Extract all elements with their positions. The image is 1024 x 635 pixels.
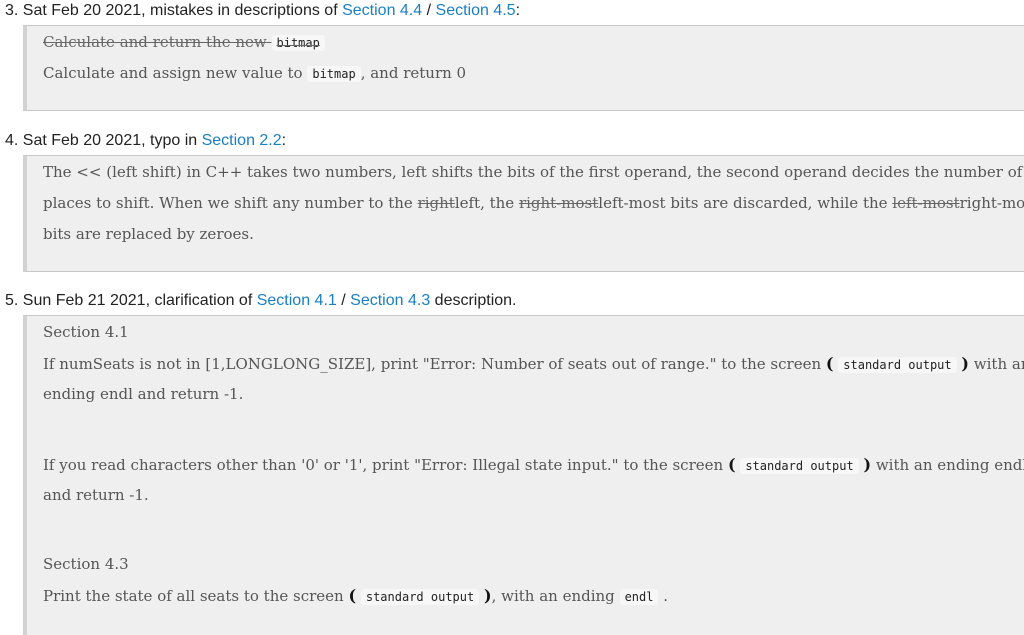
suffix: : (515, 2, 521, 19)
separator: / (341, 292, 346, 309)
text: If numSeats is not in [1,LONGLONG_SIZE],… (43, 355, 822, 373)
entry-number: 5. (5, 292, 19, 309)
text-line: The << (left shift) in C++ takes two num… (43, 163, 1023, 181)
code-endl: endl (619, 589, 659, 605)
suffix: : (281, 132, 287, 149)
entry-5-box: Section 4.1 If numSeats is not in [1,LON… (23, 315, 1024, 635)
entry-description: Sat Feb 20 2021, typo in (22, 132, 198, 149)
code-bitmap: bitmap (307, 66, 361, 82)
paren: ( (348, 586, 357, 605)
text: places to shift. When we shift any numbe… (43, 194, 413, 212)
struck-line: Calculate and return the new bitmap (43, 33, 325, 51)
link-section-4-4[interactable]: Section 4.4 (342, 2, 422, 19)
code-standard-output: standard output (838, 357, 957, 373)
paren: ( (825, 354, 834, 373)
code-standard-output: standard output (360, 589, 480, 605)
paren: ) (863, 455, 872, 474)
paren: ) (961, 354, 969, 373)
corrected-text: Calculate and assign new value to (43, 64, 303, 82)
text-line: Print the state of all seats to the scre… (43, 586, 668, 605)
link-section-4-1[interactable]: Section 4.1 (257, 292, 337, 309)
section-title: Section 4.1 (43, 323, 129, 341)
text-line: bits are replaced by zeroes. (43, 225, 254, 243)
entry-number: 3. (5, 2, 19, 19)
link-section-4-3[interactable]: Section 4.3 (350, 292, 430, 309)
text-line: ending endl and return -1. (43, 385, 244, 403)
text: with an (973, 355, 1024, 373)
text: right-most (959, 194, 1024, 212)
text: with an ending endl (875, 456, 1024, 474)
text: , with an ending (491, 587, 615, 605)
paren: ) (484, 586, 492, 605)
text: If you read characters other than '0' or… (43, 456, 724, 474)
entry-4-heading: 4. Sat Feb 20 2021, typo in Section 2.2: (5, 132, 286, 150)
paren: ( (727, 455, 736, 474)
struck-text: Calculate and return the new (43, 33, 267, 51)
entry-5-heading: 5. Sun Feb 21 2021, clarification of Sec… (5, 292, 517, 310)
entry-3-heading: 3. Sat Feb 20 2021, mistakes in descript… (5, 2, 520, 20)
entry-description: Sun Feb 21 2021, clarification of (22, 292, 253, 309)
entry-number: 4. (5, 132, 19, 149)
corrected-text-end: , and return 0 (360, 64, 467, 82)
text: left-most bits are discarded, while the (598, 194, 888, 212)
text-line: If you read characters other than '0' or… (43, 455, 1024, 474)
text-line: places to shift. When we shift any numbe… (43, 194, 1024, 212)
text-line: and return -1. (43, 486, 149, 504)
entry-3-box: Calculate and return the new bitmap Calc… (23, 25, 1024, 111)
struck-code: bitmap (271, 35, 325, 51)
link-section-2-2[interactable]: Section 2.2 (202, 132, 282, 149)
corrected-line: Calculate and assign new value to bitmap… (43, 64, 466, 82)
struck-text: left-most (892, 194, 960, 212)
struck-text: right (417, 194, 455, 212)
section-title: Section 4.3 (43, 555, 129, 573)
suffix: description. (434, 292, 517, 309)
entry-4-box: The << (left shift) in C++ takes two num… (23, 155, 1024, 272)
text: . (663, 587, 669, 605)
text: left, the (454, 194, 515, 212)
link-section-4-5[interactable]: Section 4.5 (436, 2, 516, 19)
entry-description: Sat Feb 20 2021, mistakes in description… (22, 2, 338, 19)
code-standard-output: standard output (740, 458, 859, 474)
separator: / (426, 2, 432, 19)
text: Print the state of all seats to the scre… (43, 587, 344, 605)
text-line: If numSeats is not in [1,LONGLONG_SIZE],… (43, 354, 1024, 373)
struck-text: right-most (518, 194, 599, 212)
